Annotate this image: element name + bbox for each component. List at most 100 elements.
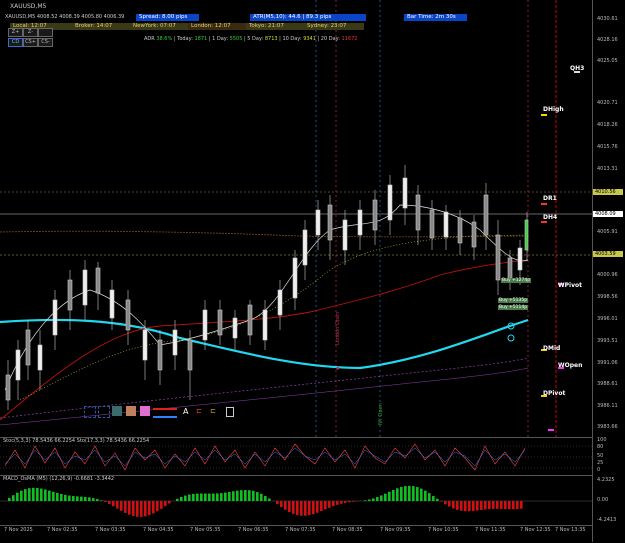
cd-button[interactable]: CD bbox=[8, 38, 23, 47]
macd-bar bbox=[152, 501, 155, 513]
macd-label: MACD_OsMA (M5) (12,26,9) -0.6681 -3.3442 bbox=[3, 476, 114, 482]
price-tick: 4013.31 bbox=[597, 166, 618, 172]
time-tick: 7 Nov 08:35 bbox=[332, 527, 363, 533]
spread-badge: Spread: 8.00 pips bbox=[136, 14, 199, 21]
trade-label[interactable]: Buy +5135p bbox=[498, 298, 528, 303]
macd-bar bbox=[412, 486, 415, 501]
clock-sydney: Sydney: 23:07 bbox=[304, 23, 364, 30]
blank-button[interactable] bbox=[38, 28, 53, 37]
stoch-tick: 25 bbox=[597, 460, 603, 466]
macd-bar bbox=[460, 501, 463, 511]
fib2-tool-icon[interactable]: ⊏ bbox=[210, 407, 216, 415]
trade-label[interactable]: Buy +1274p bbox=[501, 278, 531, 283]
atr-badge: ATR(M5,10): 44.6 | 89.3 pips bbox=[250, 14, 366, 21]
macd-bar bbox=[160, 501, 163, 509]
level-wpivot: WPivot bbox=[558, 282, 582, 289]
color-swatch[interactable] bbox=[126, 406, 136, 416]
macd-tick: -4.2413 bbox=[597, 517, 616, 523]
quote-line: XAUUSD,M5 4008.52 4008.39 4005.80 4006.3… bbox=[5, 14, 124, 20]
macd-bar bbox=[320, 501, 323, 511]
adr-value: 38.6% bbox=[156, 36, 172, 42]
level-dpivot: DPivot bbox=[543, 390, 565, 397]
macd-bar bbox=[496, 501, 499, 509]
price-tick: 4018.26 bbox=[597, 122, 618, 128]
price-axis[interactable]: 4030.61 4028.16 4025.05 4020.71 4018.26 … bbox=[592, 0, 625, 542]
macd-bar bbox=[464, 501, 467, 511]
cs-plus-button[interactable]: CS+ bbox=[23, 38, 38, 47]
time-tick: 7 Nov 12:35 bbox=[520, 527, 551, 533]
color-swatch[interactable] bbox=[84, 406, 96, 418]
zoom-in-button[interactable]: Z+ bbox=[8, 28, 23, 37]
macd-bar bbox=[236, 491, 239, 501]
adr-20day-label: 20 Day: bbox=[321, 36, 340, 42]
adr-label: ADR bbox=[144, 36, 155, 42]
macd-bar bbox=[128, 501, 131, 515]
macd-panel[interactable] bbox=[0, 475, 592, 526]
color-swatch[interactable] bbox=[98, 406, 110, 418]
text-tool-icon[interactable]: A bbox=[183, 407, 188, 416]
macd-bar bbox=[388, 492, 391, 501]
macd-bar bbox=[284, 501, 287, 510]
clock-tokyo: Tokyo: 21:07 bbox=[246, 23, 306, 30]
price-tag: 4008.09 bbox=[593, 211, 623, 217]
clock-broker: Broker: 14:07 bbox=[72, 23, 132, 30]
macd-bar bbox=[192, 494, 195, 501]
atr-pips: 89.3 pips bbox=[306, 14, 331, 20]
price-tick: 4005.91 bbox=[597, 229, 618, 235]
macd-bar bbox=[344, 501, 347, 503]
macd-bar bbox=[480, 501, 483, 510]
macd-bar bbox=[300, 501, 303, 516]
macd-bar bbox=[88, 497, 91, 501]
stoch-tick: 100 bbox=[597, 437, 607, 443]
time-tick: 7 Nov 11:35 bbox=[475, 527, 506, 533]
adr-1day-label: 1 Day: bbox=[212, 36, 228, 42]
macd-bar bbox=[520, 501, 523, 509]
level-wopen: WOpen bbox=[558, 362, 582, 369]
macd-bar bbox=[24, 489, 27, 501]
macd-bar bbox=[48, 491, 51, 501]
time-tick: 7 Nov 07:35 bbox=[285, 527, 316, 533]
symbol-repeat: XAUUSD,M5 bbox=[5, 14, 35, 20]
macd-bar bbox=[224, 493, 227, 501]
line-style-icon[interactable] bbox=[153, 408, 177, 418]
macd-bar bbox=[324, 501, 327, 509]
main-chart[interactable]: ▪ bbox=[0, 0, 592, 437]
price-tick: 4025.05 bbox=[597, 58, 618, 64]
macd-bar bbox=[120, 501, 123, 511]
time-tick: 7 Nov 2025 bbox=[4, 527, 33, 533]
time-tick: 7 Nov 06:35 bbox=[238, 527, 269, 533]
macd-bar bbox=[52, 492, 55, 501]
stoch-tick: 50 bbox=[597, 453, 603, 459]
macd-bar bbox=[260, 494, 263, 501]
macd-bar bbox=[212, 494, 215, 501]
time-tick: 7 Nov 02:35 bbox=[47, 527, 78, 533]
macd-bar bbox=[268, 498, 271, 501]
macd-bar bbox=[8, 498, 11, 501]
macd-bar bbox=[252, 491, 255, 501]
macd-bar bbox=[56, 493, 59, 501]
level-qh3: QH3 bbox=[570, 65, 584, 72]
macd-bar bbox=[64, 495, 67, 501]
adr-5day: 8713 bbox=[265, 36, 278, 42]
macd-bar bbox=[44, 489, 47, 501]
trade-label[interactable]: Buy +5114p bbox=[498, 305, 528, 310]
level-dh4: DH4 bbox=[543, 214, 557, 221]
color-swatch[interactable] bbox=[140, 406, 150, 416]
level-dr1: DR1 bbox=[543, 195, 557, 202]
macd-bar bbox=[400, 487, 403, 501]
cs-minus-button[interactable]: CS- bbox=[38, 38, 53, 47]
time-tick: 7 Nov 10:35 bbox=[428, 527, 459, 533]
price-tick: 3996.01 bbox=[597, 316, 618, 322]
level-dmid: DMid bbox=[543, 345, 560, 352]
macd-bar bbox=[516, 501, 519, 509]
macd-bar bbox=[144, 501, 147, 516]
macd-bar bbox=[220, 493, 223, 501]
macd-bar bbox=[116, 501, 119, 509]
zoom-out-button[interactable]: Z- bbox=[23, 28, 38, 37]
eraser-tool-icon[interactable] bbox=[226, 407, 234, 417]
fib-tool-icon[interactable]: ⊏ bbox=[196, 407, 202, 415]
macd-bar bbox=[208, 494, 211, 501]
color-swatch[interactable] bbox=[112, 406, 122, 416]
adr-info: ADR 38.6% | Today: 1871 | 1 Day: 5505 | … bbox=[144, 36, 357, 42]
macd-bar bbox=[436, 499, 439, 501]
